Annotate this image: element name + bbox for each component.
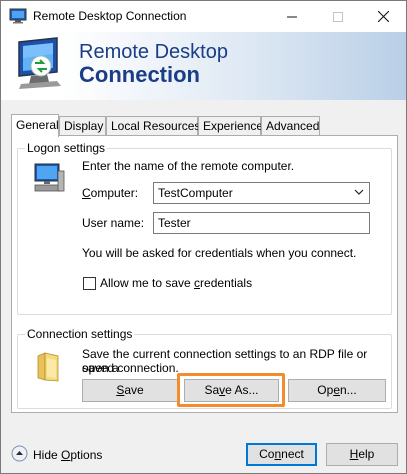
maximize-button	[315, 1, 361, 32]
rdp-window: Remote Desktop Connection Remote Desktop…	[0, 0, 407, 474]
folder-icon	[37, 352, 59, 382]
help-label-rest: elp	[358, 447, 375, 461]
tab-experience[interactable]: Experience	[198, 116, 263, 136]
save-as-label-post: e As...	[225, 383, 259, 397]
connection-description-line2: saved connection.	[82, 361, 179, 375]
chevron-up-icon[interactable]	[11, 445, 28, 462]
save-credentials-checkbox[interactable]	[83, 277, 96, 290]
user-name-value: Tester	[158, 216, 191, 230]
user-name-label: User name:	[82, 216, 145, 230]
save-credentials-label[interactable]: Allow me to save credentials	[100, 276, 252, 290]
tab-local-resources[interactable]: Local Resources	[106, 116, 200, 136]
banner-title-line2: Connection	[79, 62, 200, 87]
computer-combobox-value: TestComputer	[158, 186, 233, 200]
credentials-note: You will be asked for credentials when y…	[82, 246, 357, 260]
help-button[interactable]: Help	[326, 443, 398, 466]
computer-label-accesskey: C	[82, 186, 91, 200]
open-label-post: n...	[340, 383, 357, 397]
tab-advanced[interactable]: Advanced	[261, 116, 320, 136]
hide-options-toggle[interactable]: Hide Options	[33, 448, 102, 462]
banner-title-line1: Remote Desktop	[79, 41, 228, 63]
close-icon	[377, 11, 389, 22]
title-bar[interactable]: Remote Desktop Connection	[1, 1, 406, 32]
save-as-button[interactable]: Save As...	[184, 379, 279, 402]
rdp-monitor-icon	[18, 37, 61, 89]
logon-settings-legend: Logon settings	[25, 141, 108, 155]
minimize-icon	[287, 16, 297, 17]
tab-general[interactable]: General	[11, 114, 59, 137]
header-banner: Remote Desktop Connection	[1, 32, 406, 100]
window-title: Remote Desktop Connection	[33, 9, 187, 23]
save-as-label-pre: Sa	[204, 383, 220, 397]
save-button[interactable]: Save	[82, 379, 178, 402]
close-button[interactable]	[360, 1, 406, 32]
save-credentials-label-post: redentials	[200, 276, 253, 290]
computer-label: Computer:	[82, 186, 138, 200]
computer-combobox[interactable]: TestComputer	[153, 182, 370, 204]
open-label-pre: Op	[317, 383, 334, 397]
connection-settings-legend: Connection settings	[25, 327, 135, 341]
computer-label-rest: omputer:	[90, 186, 139, 200]
minimize-button[interactable]	[269, 1, 315, 32]
hide-options-accesskey: O	[61, 448, 71, 462]
open-accesskey: e	[333, 383, 340, 397]
connect-label-post: nect	[281, 447, 304, 461]
logon-instruction: Enter the name of the remote computer.	[82, 159, 295, 173]
computer-icon	[34, 163, 65, 192]
save-label-rest: ave	[124, 383, 144, 397]
logon-settings-group: Logon settings Enter the name of the rem…	[17, 141, 392, 315]
hide-options-post: ptions	[70, 448, 103, 462]
maximize-icon	[333, 11, 343, 22]
chevron-down-icon[interactable]	[354, 189, 364, 196]
user-name-field[interactable]: Tester	[153, 212, 370, 234]
general-tab-panel: Logon settings Enter the name of the rem…	[11, 135, 398, 413]
connection-settings-group: Connection settings Save the current con…	[17, 327, 392, 409]
hide-options-pre: Hide	[33, 448, 62, 462]
connect-label-pre: Co	[259, 447, 275, 461]
tab-display[interactable]: Display	[59, 116, 106, 136]
open-button[interactable]: Open...	[288, 379, 386, 402]
rdp-app-icon	[9, 8, 27, 24]
connect-button[interactable]: Connect	[246, 443, 317, 466]
save-credentials-label-pre: Allow me to save	[100, 276, 195, 290]
